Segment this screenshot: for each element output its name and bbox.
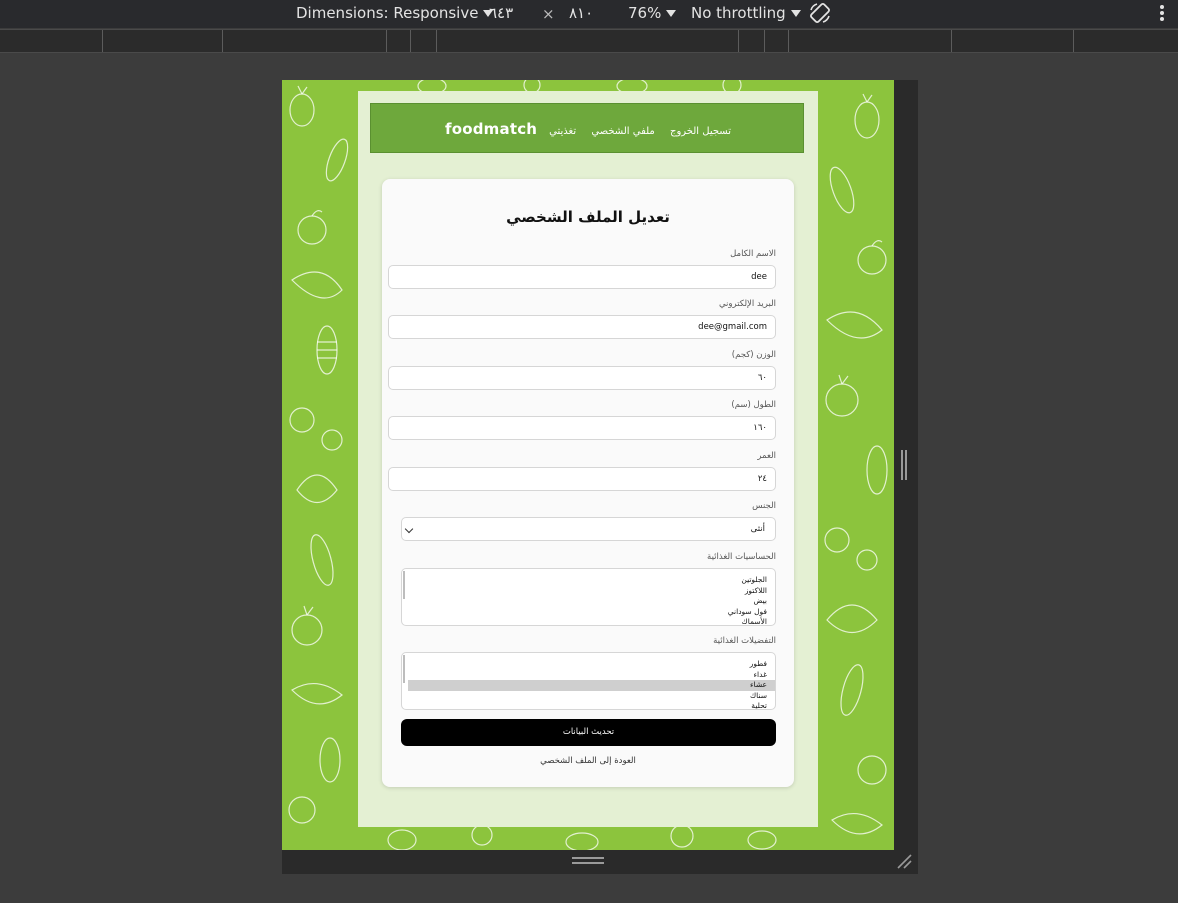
page-container: foodmatch تسجيل الخروج ملفي الشخصي تغذيت… (358, 91, 818, 827)
more-vert-icon[interactable] (1160, 5, 1164, 23)
gender-selected-value: أنثى (750, 524, 765, 534)
preference-option[interactable]: سناك (402, 691, 775, 702)
brand-logo[interactable]: foodmatch (445, 120, 537, 138)
preference-option[interactable]: فطور (402, 659, 775, 670)
rotate-icon[interactable] (808, 1, 832, 25)
height-label: الطول (سم) (731, 400, 776, 410)
nav-my-nutrition[interactable]: تغذيتي (549, 126, 576, 137)
allergies-multiselect[interactable]: الجلوتين اللاكتوز بيض فول سوداني الأسماك (401, 568, 776, 626)
resize-handle-bottom[interactable] (572, 857, 604, 867)
allergy-option[interactable]: فول سوداني (402, 607, 775, 618)
emulated-viewport: foodmatch تسجيل الخروج ملفي الشخصي تغذيت… (282, 80, 894, 850)
allergy-option[interactable]: اللاكتوز (402, 586, 775, 597)
listbox-scrollbar[interactable] (403, 571, 405, 599)
dimension-separator: × (542, 5, 555, 23)
nav-links: تسجيل الخروج ملفي الشخصي تغذيتي (537, 126, 731, 137)
edit-profile-card: تعديل الملف الشخصي الاسم الكامل dee البر… (382, 179, 794, 787)
allergy-option[interactable]: الأسماك (402, 617, 775, 625)
email-input[interactable]: dee@gmail.com (388, 315, 776, 339)
full-name-label: الاسم الكامل (730, 249, 776, 259)
height-input[interactable]: ١٦٠ (388, 416, 776, 440)
height-input[interactable]: ٨١٠ (569, 4, 593, 22)
preference-option-selected[interactable]: عشاء (408, 680, 775, 691)
chevron-down-icon (404, 524, 414, 534)
caret-down-icon (666, 10, 677, 17)
nav-logout[interactable]: تسجيل الخروج (670, 126, 731, 137)
back-to-profile-link[interactable]: العودة إلى الملف الشخصي (382, 756, 794, 766)
zoom-label: 76% (628, 4, 662, 22)
gender-label: الجنس (752, 501, 776, 511)
email-label: البريد الإلكتروني (718, 299, 776, 309)
listbox-scrollbar[interactable] (403, 655, 405, 683)
preferences-multiselect[interactable]: فطور غداء عشاء سناك تحلية (401, 652, 776, 710)
resize-handle-right[interactable] (901, 450, 909, 480)
full-name-input[interactable]: dee (388, 265, 776, 289)
dimensions-dropdown[interactable]: Dimensions: Responsive (296, 4, 494, 22)
media-query-ruler (0, 29, 1178, 53)
preference-option[interactable]: غداء (402, 670, 775, 681)
top-navbar: foodmatch تسجيل الخروج ملفي الشخصي تغذيت… (370, 103, 804, 153)
resize-corner-icon[interactable] (896, 853, 912, 869)
devtools-device-toolbar: Dimensions: Responsive ٦٤٣ × ٨١٠ 76% No … (0, 0, 1178, 28)
allergy-option[interactable]: الجلوتين (402, 575, 775, 586)
allergy-option[interactable]: بيض (402, 596, 775, 607)
throttling-dropdown[interactable]: No throttling (691, 4, 801, 22)
zoom-dropdown[interactable]: 76% (628, 4, 677, 22)
age-label: العمر (757, 451, 776, 461)
page-title: تعديل الملف الشخصي (506, 208, 670, 226)
weight-label: الوزن (كجم) (731, 350, 776, 360)
throttling-label: No throttling (691, 4, 786, 22)
weight-input[interactable]: ٦٠ (388, 366, 776, 390)
width-input[interactable]: ٦٤٣ (489, 4, 513, 22)
preference-option[interactable]: تحلية (402, 701, 775, 709)
caret-down-icon (790, 10, 801, 17)
nav-my-profile[interactable]: ملفي الشخصي (591, 126, 654, 137)
preferences-label: التفضيلات الغذائية (713, 636, 776, 646)
update-data-button[interactable]: تحديث البيانات (401, 719, 776, 746)
dimensions-label: Dimensions: Responsive (296, 4, 479, 22)
allergies-label: الحساسيات الغذائية (707, 552, 776, 562)
gender-select[interactable]: أنثى (401, 517, 776, 541)
age-input[interactable]: ٢٤ (388, 467, 776, 491)
